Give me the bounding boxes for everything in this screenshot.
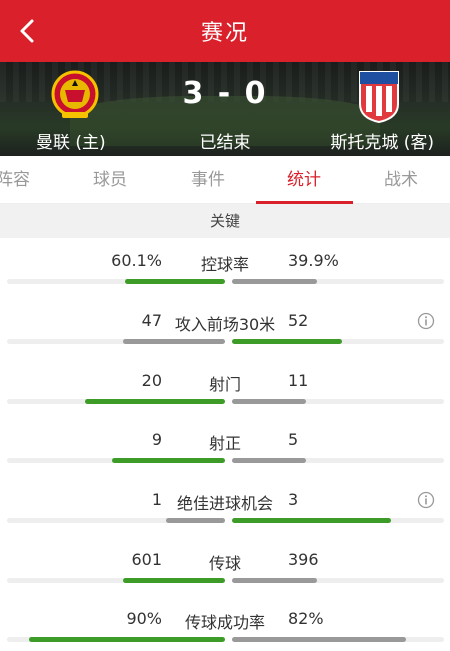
info-icon[interactable] (417, 491, 435, 509)
stat-label: 绝佳进球机会 (176, 494, 273, 513)
home-stat-track (7, 458, 225, 463)
match-score: 3 - 0 (182, 76, 268, 111)
away-stat-track (232, 578, 444, 583)
stat-label: 传球 (208, 554, 241, 573)
info-icon[interactable] (417, 312, 435, 330)
away-stat-track (232, 339, 444, 344)
tab-lineup[interactable]: 阵容 (0, 156, 38, 204)
away-stat-value: 396 (288, 550, 319, 569)
match-scoreboard: 3 - 0 曼联 (主) 已结束 斯托克城 (客) (0, 62, 450, 156)
away-stat-value: 82% (288, 609, 324, 628)
stat-label: 攻入前场30米 (174, 315, 276, 334)
home-stat-bar (28, 637, 225, 642)
stat-row-shots-on-target: 9 射正 5 (0, 419, 450, 478)
tab-tactics[interactable]: 战术 (373, 156, 429, 204)
stat-label: 射正 (208, 434, 241, 453)
away-stat-bar (232, 458, 307, 463)
away-stat-value: 11 (288, 371, 309, 390)
page-title: 赛况 (200, 21, 249, 46)
stat-row-final-third-entries: 47 攻入前场30米 52 (0, 300, 450, 359)
stat-label: 控球率 (200, 255, 249, 274)
away-stat-bar (232, 339, 343, 344)
away-team-name[interactable]: 斯托克城 (客) (330, 128, 434, 153)
away-stat-bar (232, 518, 391, 523)
away-stat-bar (232, 637, 406, 642)
stat-label: 传球成功率 (184, 613, 265, 632)
home-stat-track (7, 518, 225, 523)
home-stat-track (7, 279, 225, 284)
home-stat-bar (124, 279, 225, 284)
home-stat-track (7, 637, 225, 642)
away-stat-track (232, 279, 444, 284)
home-stat-bar (122, 578, 225, 583)
section-tabs: 阵容 球员 事件 统计 战术 (0, 156, 450, 204)
home-stat-bar (122, 339, 225, 344)
away-stat-bar (232, 578, 317, 583)
away-stat-track (232, 637, 444, 642)
away-stat-track (232, 458, 444, 463)
away-stat-track (232, 399, 444, 404)
home-stat-track (7, 399, 225, 404)
home-stat-track (7, 578, 225, 583)
tab-stats[interactable]: 统计 (276, 156, 332, 204)
stat-row-possession: 60.1% 控球率 39.9% (0, 240, 450, 299)
stat-row-big-chances: 1 绝佳进球机会 3 (0, 479, 450, 538)
stat-row-passes: 601 传球 396 (0, 539, 450, 598)
away-stat-bar (232, 279, 317, 284)
away-stat-value: 3 (288, 490, 299, 509)
away-stat-value: 5 (288, 430, 299, 449)
app-header: 赛况 (0, 0, 450, 62)
away-stat-value: 39.9% (288, 251, 339, 270)
stat-label: 射门 (208, 375, 241, 394)
away-stat-bar (232, 399, 307, 404)
away-stat-track (232, 518, 444, 523)
chevron-left-icon[interactable] (10, 13, 46, 49)
home-stat-track (7, 339, 225, 344)
home-stat-bar (166, 518, 225, 523)
home-stat-bar (85, 399, 225, 404)
stat-row-pass-accuracy: 90% 传球成功率 82% (0, 598, 450, 651)
home-stat-bar (111, 458, 225, 463)
away-stat-value: 52 (288, 311, 309, 330)
tab-players[interactable]: 球员 (82, 156, 138, 204)
section-header: 关键 (0, 204, 450, 238)
stat-row-shots: 20 射门 11 (0, 360, 450, 419)
tab-events[interactable]: 事件 (180, 156, 236, 204)
